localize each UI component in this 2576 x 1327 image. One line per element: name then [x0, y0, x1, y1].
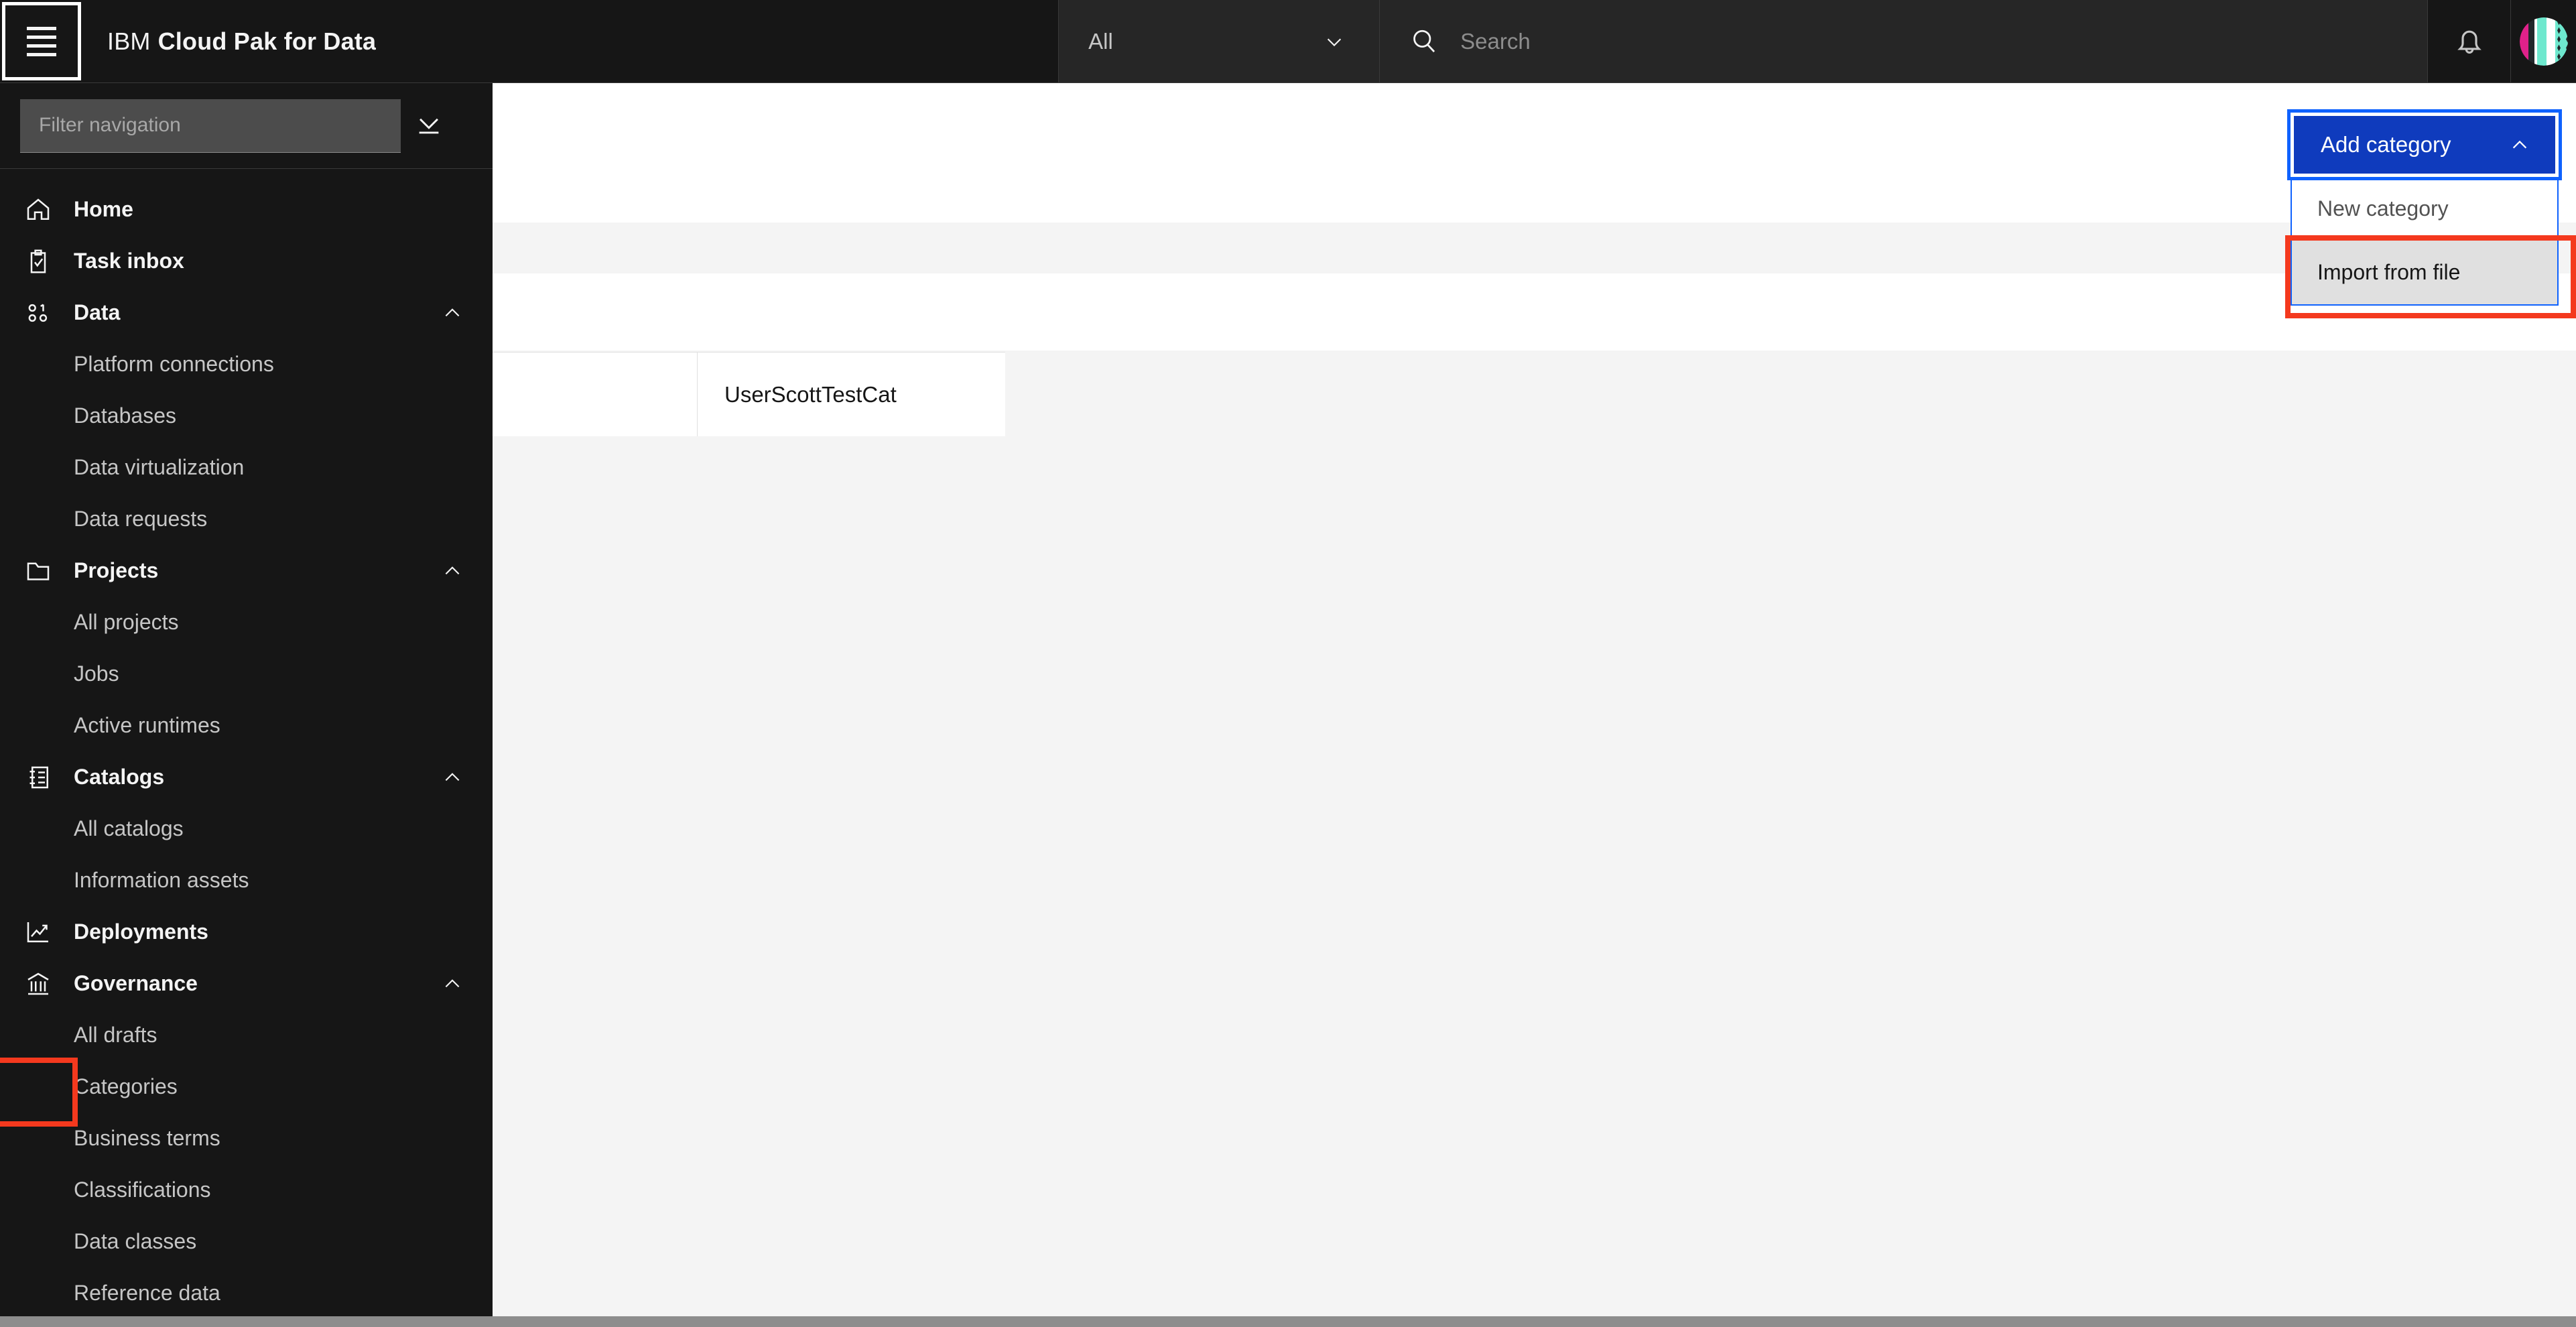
sidebar-group-data[interactable]: Data	[0, 287, 493, 338]
search-scope-value: All	[1088, 28, 1113, 54]
menu-item-import-from-file[interactable]: Import from file	[2285, 235, 2576, 318]
clipboard-check-icon	[23, 246, 54, 277]
sidebar-item-label: Data	[74, 300, 121, 324]
sidebar-subitem-label: Data requests	[74, 507, 208, 531]
sidebar-item-label: Governance	[74, 971, 198, 995]
global-header: IBM Cloud Pak for Data All	[0, 0, 2576, 83]
chevron-up-icon	[443, 974, 462, 993]
chevron-down-icon	[413, 109, 444, 143]
header-spacer	[376, 0, 1059, 82]
main-menu-button[interactable]	[0, 0, 83, 82]
home-icon	[23, 194, 54, 225]
table-cell-category: UserScottTestCat	[697, 352, 1005, 436]
sidebar-item-information-assets[interactable]: Information assets	[0, 855, 493, 906]
catalog-icon	[23, 762, 54, 793]
sidebar-item-active-runtimes[interactable]: Active runtimes	[0, 700, 493, 751]
search-icon	[1409, 27, 1439, 56]
sidebar-item-platform-connections[interactable]: Platform connections	[0, 338, 493, 390]
sidebar-subitem-label: All drafts	[74, 1023, 157, 1047]
chevron-up-icon	[2510, 135, 2530, 155]
global-search-field[interactable]	[1380, 0, 2428, 82]
binary-data-icon	[23, 298, 54, 328]
avatar	[2519, 17, 2568, 66]
sidebar-item-task-inbox[interactable]: Task inbox	[0, 235, 493, 287]
chevron-up-icon	[443, 562, 462, 580]
sidebar-subitem-label: Active runtimes	[74, 713, 220, 737]
sidebar-subitem-label: All projects	[74, 610, 179, 634]
user-profile-button[interactable]	[2510, 0, 2576, 82]
sidebar-item-all-catalogs[interactable]: All catalogs	[0, 803, 493, 855]
sidebar-subitem-label: Reference data	[74, 1281, 220, 1305]
sidebar-item-deployments[interactable]: Deployments	[0, 906, 493, 958]
sidebar-subitem-label: Categories	[74, 1074, 178, 1098]
sidebar-subitem-label: Classifications	[74, 1178, 211, 1202]
sidebar-item-data-requests[interactable]: Data requests	[0, 493, 493, 545]
add-category-menu-wrapper: Add category New category Import from fi…	[2285, 109, 2576, 318]
brand-name: Cloud Pak for Data	[157, 27, 377, 55]
navigation-sidebar: Home Task inbox	[0, 83, 493, 1327]
add-category-button[interactable]: Add category	[2287, 109, 2562, 180]
sidebar-item-jobs[interactable]: Jobs	[0, 648, 493, 700]
sidebar-group-projects[interactable]: Projects	[0, 545, 493, 596]
sidebar-item-label: Projects	[74, 558, 159, 582]
sidebar-item-data-virtualization[interactable]: Data virtualization	[0, 442, 493, 493]
sidebar-item-label: Task inbox	[74, 249, 184, 273]
sidebar-item-label: Home	[74, 197, 133, 221]
sidebar-item-reference-data[interactable]: Reference data	[0, 1267, 493, 1319]
brand-title[interactable]: IBM Cloud Pak for Data	[83, 0, 376, 82]
notifications-button[interactable]	[2427, 0, 2511, 82]
sidebar-item-classifications[interactable]: Classifications	[0, 1164, 493, 1216]
sidebar-item-label: Catalogs	[74, 765, 165, 789]
sidebar-subitem-label: Data virtualization	[74, 455, 245, 479]
sidebar-item-data-classes[interactable]: Data classes	[0, 1216, 493, 1267]
sidebar-subitem-label: Data classes	[74, 1229, 197, 1253]
sidebar-subitem-label: Information assets	[74, 868, 249, 892]
app-window: IBM Cloud Pak for Data All Search UserSc…	[0, 0, 2576, 1327]
sidebar-subitem-label: Platform connections	[74, 352, 274, 376]
sidebar-subitem-label: Business terms	[74, 1126, 220, 1150]
add-category-label: Add category	[2321, 132, 2451, 157]
chevron-down-icon	[1324, 31, 1344, 52]
sidebar-nav-list: Home Task inbox Data Platform connection…	[0, 169, 493, 1319]
sidebar-subitem-label: All catalogs	[74, 816, 184, 840]
sidebar-item-home[interactable]: Home	[0, 184, 493, 235]
sidebar-item-all-projects[interactable]: All projects	[0, 596, 493, 648]
sidebar-item-all-drafts[interactable]: All drafts	[0, 1009, 493, 1061]
search-input[interactable]	[1439, 0, 2428, 82]
sidebar-subitem-label: Databases	[74, 403, 176, 428]
bell-icon	[2453, 25, 2486, 58]
sidebar-item-business-terms[interactable]: Business terms	[0, 1113, 493, 1164]
chevron-up-icon	[443, 304, 462, 322]
hamburger-icon	[27, 21, 56, 62]
folder-icon	[23, 556, 54, 586]
search-scope-dropdown[interactable]: All	[1058, 0, 1380, 82]
chart-line-icon	[23, 917, 54, 948]
table-row-filler	[1005, 352, 2576, 436]
brand-prefix: IBM	[107, 27, 151, 55]
sidebar-item-categories[interactable]: Categories	[0, 1058, 493, 1127]
sidebar-group-catalogs[interactable]: Catalogs	[0, 751, 493, 803]
sidebar-subitem-label: Jobs	[74, 661, 119, 686]
bank-icon	[23, 968, 54, 999]
collapse-all-button[interactable]	[401, 99, 457, 153]
add-category-dropdown: New category Import from file	[2285, 177, 2576, 318]
sidebar-item-label: Deployments	[74, 920, 208, 944]
horizontal-scrollbar[interactable]	[0, 1316, 2576, 1327]
chevron-up-icon	[443, 768, 462, 787]
menu-item-new-category[interactable]: New category	[2292, 177, 2557, 241]
sidebar-group-governance[interactable]: Governance	[0, 958, 493, 1009]
filter-navigation-input[interactable]	[20, 99, 401, 153]
sidebar-filter-row	[0, 83, 493, 169]
sidebar-item-databases[interactable]: Databases	[0, 390, 493, 442]
